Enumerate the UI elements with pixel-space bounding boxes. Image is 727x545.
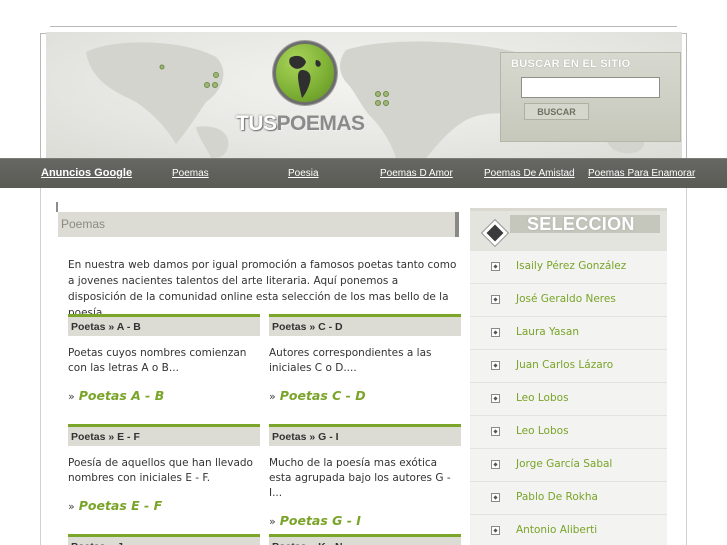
category-cell: Poetas » C - D Autores correspondientes … xyxy=(269,314,461,403)
poet-item[interactable]: Leo Lobos xyxy=(470,415,667,448)
poet-item[interactable]: José Geraldo Neres xyxy=(470,283,667,316)
poet-link[interactable]: Leo Lobos xyxy=(516,425,569,437)
poet-item[interactable]: Antonio Aliberti xyxy=(470,514,667,545)
poet-link[interactable]: Antonio Aliberti xyxy=(516,524,597,536)
poet-item[interactable]: Isaily Pérez González xyxy=(470,250,667,283)
category-header: Poetas » E - F xyxy=(68,424,260,446)
category-description: Mucho de la poesía mas exótica esta agru… xyxy=(269,457,451,499)
bullet-icon xyxy=(491,526,500,535)
bullet-icon xyxy=(491,262,500,271)
category-cell: Poetas » K - N xyxy=(269,534,461,545)
site-logo-text[interactable]: TUSPOEMAS xyxy=(236,112,365,136)
category-description: Poetas cuyos nombres comienzan con las l… xyxy=(68,347,247,374)
sidebar-title: SELECCION xyxy=(527,214,635,234)
poet-link[interactable]: José Geraldo Neres xyxy=(516,293,616,305)
poet-item[interactable]: Juan Carlos Lázaro xyxy=(470,349,667,382)
category-cell: Poetas » E - F Poesía de aquellos que ha… xyxy=(68,424,260,513)
globe-logo-icon xyxy=(273,41,337,105)
nav-poemas[interactable]: Poemas xyxy=(172,168,209,179)
poet-item[interactable]: Leo Lobos xyxy=(470,382,667,415)
bullet-icon xyxy=(491,361,500,370)
sidebar-header: SELECCION xyxy=(470,208,667,250)
poet-link[interactable]: Juan Carlos Lázaro xyxy=(516,359,613,371)
nav-poemas-para-enamorar[interactable]: Poemas Para Enamorar xyxy=(588,168,695,179)
bullet-icon xyxy=(491,295,500,304)
selection-sidebar: SELECCION Isaily Pérez González José Ger… xyxy=(470,208,667,545)
category-header: Poetas » C - D xyxy=(269,314,461,336)
category-header: Poetas » G - I xyxy=(269,424,461,446)
category-description: Autores correspondientes a las iniciales… xyxy=(269,347,432,374)
bullet-icon xyxy=(491,328,500,337)
category-cell: Poetas » G - I Mucho de la poesía mas ex… xyxy=(269,424,461,528)
nav-poemas-de-amistad[interactable]: Poemas De Amistad xyxy=(484,168,575,179)
search-button[interactable]: BUSCAR xyxy=(524,103,589,120)
section-heading: Poemas xyxy=(58,212,459,237)
category-description: Poesía de aquellos que han llevado nombr… xyxy=(68,457,253,484)
category-link[interactable]: Poetas A - B xyxy=(79,388,165,403)
nav-poesia[interactable]: Poesia xyxy=(288,168,319,179)
bullet-icon xyxy=(491,394,500,403)
bullet-icon xyxy=(491,493,500,502)
category-link[interactable]: Poetas E - F xyxy=(79,498,162,513)
category-cell: Poetas » A - B Poetas cuyos nombres comi… xyxy=(68,314,260,403)
poet-item[interactable]: Jorge García Sabal xyxy=(470,448,667,481)
category-cell: Poetas » J xyxy=(68,534,260,545)
category-header: Poetas » K - N xyxy=(269,534,461,545)
poet-link[interactable]: Laura Yasan xyxy=(516,326,579,338)
search-input[interactable] xyxy=(521,77,660,98)
search-box: BUSCAR EN EL SITIO BUSCAR xyxy=(500,52,681,142)
nav-poemas-d-amor[interactable]: Poemas D Amor xyxy=(380,168,453,179)
category-header: Poetas » A - B xyxy=(68,314,260,336)
category-link[interactable]: Poetas G - I xyxy=(280,513,361,528)
bullet-icon xyxy=(491,460,500,469)
bullet-icon xyxy=(491,427,500,436)
category-header: Poetas » J xyxy=(68,534,260,545)
diamond-icon xyxy=(482,220,508,246)
category-link[interactable]: Poetas C - D xyxy=(280,388,366,403)
poet-link[interactable]: Jorge García Sabal xyxy=(516,458,612,470)
search-title: BUSCAR EN EL SITIO xyxy=(511,58,631,70)
poet-item[interactable]: Laura Yasan xyxy=(470,316,667,349)
poet-link[interactable]: Isaily Pérez González xyxy=(516,260,626,272)
top-nav: Anuncios Google Poemas Poesia Poemas D A… xyxy=(0,158,727,188)
poet-link[interactable]: Leo Lobos xyxy=(516,392,569,404)
poet-item[interactable]: Pablo De Rokha xyxy=(470,481,667,514)
poet-link[interactable]: Pablo De Rokha xyxy=(516,491,598,503)
intro-text: En nuestra web damos por igual promoción… xyxy=(68,259,457,319)
nav-anuncios-google[interactable]: Anuncios Google xyxy=(41,167,132,179)
site-header: TUSPOEMAS BUSCAR EN EL SITIO BUSCAR xyxy=(0,0,727,166)
poet-list: Isaily Pérez González José Geraldo Neres… xyxy=(470,250,667,545)
